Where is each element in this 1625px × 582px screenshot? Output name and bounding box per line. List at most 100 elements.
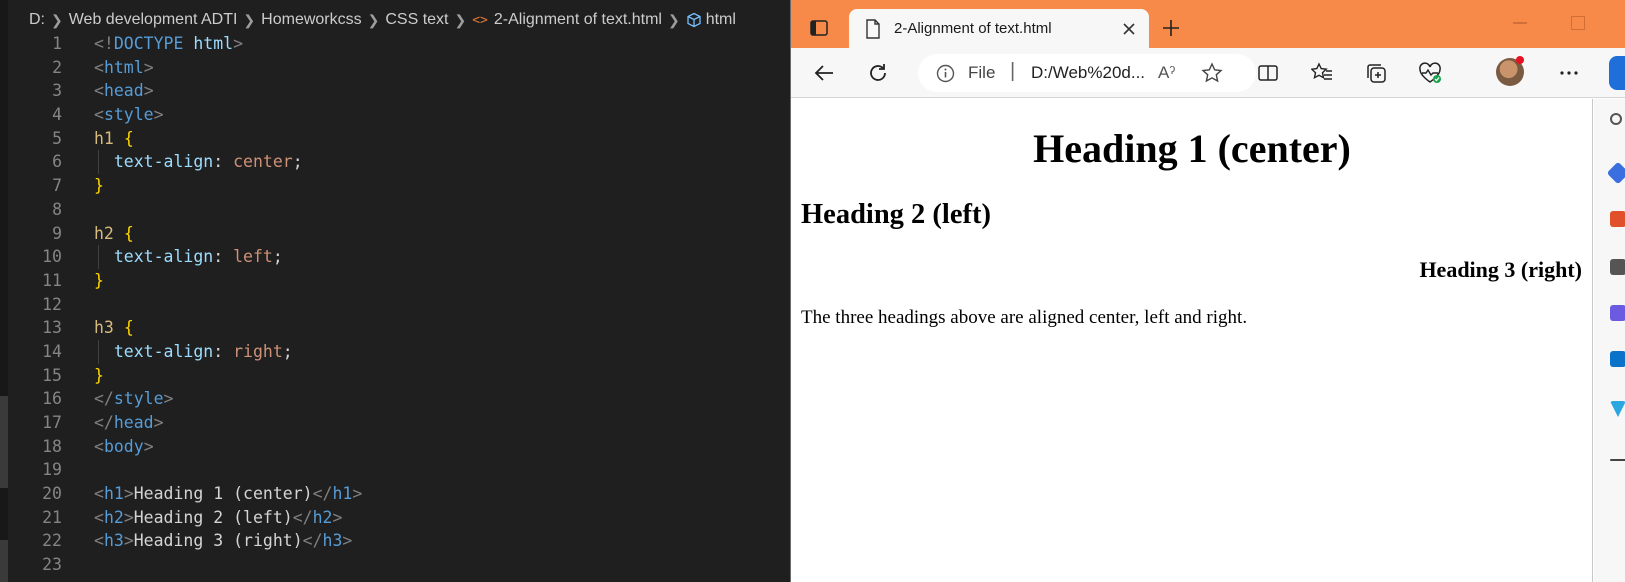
line-number: 22 <box>42 531 62 551</box>
code-line[interactable]: 15} <box>0 364 790 388</box>
games-icon[interactable] <box>1610 305 1625 321</box>
code-editor[interactable]: D: ❯ Web development ADTI ❯ Homeworkcss … <box>0 0 790 582</box>
line-number: 11 <box>42 270 62 290</box>
outlook-icon[interactable] <box>1610 351 1625 367</box>
line-number: 3 <box>52 81 62 101</box>
read-aloud-icon[interactable]: Aˀ <box>1158 63 1175 83</box>
code-line[interactable]: 8 <box>0 198 790 222</box>
html-file-icon: <> <box>472 12 488 28</box>
code-line[interactable]: 13 h3 { <box>0 316 790 340</box>
line-number: 1 <box>52 34 62 53</box>
line-number: 14 <box>42 341 62 361</box>
address-separator: | <box>1010 60 1016 82</box>
code-text: <html> <box>94 57 154 77</box>
line-number: 12 <box>42 294 62 314</box>
line-number: 20 <box>42 484 62 504</box>
code-line[interactable]: 19 <box>0 458 790 482</box>
address-bar[interactable]: File | D:/Web%20d... Aˀ <box>918 54 1256 92</box>
info-icon[interactable] <box>936 64 955 87</box>
code-line[interactable]: 5 h1 { <box>0 127 790 151</box>
more-icon[interactable] <box>1556 60 1582 86</box>
code-text: h3 { <box>94 318 134 338</box>
copilot-icon[interactable] <box>1609 56 1625 90</box>
line-number: 10 <box>42 247 62 267</box>
code-line[interactable]: 4 <style> <box>0 103 790 127</box>
code-line[interactable]: 2 <html> <box>0 56 790 80</box>
chevron-right-icon: ❯ <box>367 11 380 28</box>
minimize-button[interactable] <box>1513 22 1527 24</box>
code-line[interactable]: 7} <box>0 174 790 198</box>
code-line[interactable]: 18 <body> <box>0 435 790 459</box>
line-number: 23 <box>42 555 62 575</box>
code-text: } <box>94 176 104 196</box>
line-number: 17 <box>42 413 62 432</box>
chevron-right-icon: ❯ <box>243 11 256 28</box>
code-text: h2 { <box>94 223 134 243</box>
breadcrumb-folder[interactable]: Web development ADTI <box>69 11 238 29</box>
code-text: text-align: left; <box>113 247 283 267</box>
code-line[interactable]: 11} <box>0 269 790 293</box>
line-number: 13 <box>42 318 62 338</box>
collections-icon[interactable] <box>1363 60 1389 86</box>
code-line[interactable]: 1 <!DOCTYPE html> <box>0 32 790 56</box>
star-icon[interactable] <box>1201 62 1223 88</box>
code-line[interactable]: 6 text-align: center; <box>0 150 790 175</box>
line-number: 15 <box>42 365 62 385</box>
line-number: 7 <box>52 176 62 196</box>
code-line[interactable]: 14 text-align: right; <box>0 339 790 364</box>
address-url[interactable]: D:/Web%20d... <box>1031 63 1145 83</box>
code-line[interactable]: 22 <h3>Heading 3 (right)</h3> <box>0 529 790 553</box>
breadcrumb-symbol[interactable]: html <box>706 11 736 29</box>
add-sidebar-icon[interactable] <box>1610 459 1625 461</box>
code-text: <head> <box>94 81 154 101</box>
code-line[interactable]: 16 </style> <box>0 387 790 411</box>
code-line[interactable]: 10 text-align: left; <box>0 245 790 269</box>
shopping-icon[interactable] <box>1610 211 1625 227</box>
code-line[interactable]: 3 <head> <box>0 79 790 103</box>
cube-icon <box>686 12 702 28</box>
drop-icon[interactable] <box>1610 401 1625 417</box>
line-number: 8 <box>52 199 62 219</box>
browser-tab[interactable]: 2-Alignment of text.html <box>849 9 1149 49</box>
page-heading-3: Heading 3 (right) <box>1419 257 1582 282</box>
tools-icon[interactable] <box>1610 259 1625 275</box>
browser-window: 2-Alignment of text.html File | D:/Web%2… <box>790 0 1625 582</box>
line-number: 9 <box>52 223 62 243</box>
browser-titlebar: 2-Alignment of text.html <box>791 0 1625 49</box>
line-number: 18 <box>42 436 62 456</box>
split-screen-icon[interactable] <box>1255 60 1281 86</box>
code-line[interactable]: 21 <h2>Heading 2 (left)</h2> <box>0 506 790 530</box>
code-area[interactable]: 1 <!DOCTYPE html> 2 <html> 3 <head> 4 <style> 5 h… <box>0 32 790 577</box>
discover-icon[interactable] <box>1606 161 1625 185</box>
code-text: <!DOCTYPE html> <box>94 34 244 53</box>
code-line[interactable]: 17 </head> <box>0 411 790 435</box>
refresh-icon[interactable] <box>865 60 891 86</box>
breadcrumb-folder[interactable]: CSS text <box>385 11 448 29</box>
back-icon[interactable] <box>811 60 837 86</box>
favorites-icon[interactable] <box>1309 60 1335 86</box>
search-icon[interactable] <box>1610 113 1622 125</box>
code-text: <body> <box>94 436 154 456</box>
code-text: <style> <box>94 105 164 125</box>
breadcrumb-folder[interactable]: Homeworkcss <box>261 11 361 29</box>
maximize-button[interactable] <box>1571 16 1585 30</box>
tab-actions-icon[interactable] <box>809 18 829 38</box>
page-paragraph: The three headings above are aligned cen… <box>801 307 1248 328</box>
code-line[interactable]: 12 <box>0 293 790 317</box>
notification-dot <box>1516 56 1524 64</box>
plus-icon[interactable] <box>1161 18 1181 38</box>
line-number: 5 <box>52 128 62 148</box>
code-text: h1 { <box>94 128 134 148</box>
chevron-right-icon: ❯ <box>454 11 467 28</box>
code-line[interactable]: 20 <h1>Heading 1 (center)</h1> <box>0 482 790 506</box>
code-line[interactable]: 23 <box>0 553 790 577</box>
line-number: 19 <box>42 460 62 480</box>
page-viewport: Heading 1 (center) Heading 2 (left) Head… <box>791 99 1593 582</box>
code-text: } <box>94 270 104 290</box>
code-line[interactable]: 9 h2 { <box>0 222 790 246</box>
breadcrumb-file[interactable]: 2-Alignment of text.html <box>494 11 662 29</box>
browser-essentials-icon[interactable] <box>1417 60 1443 86</box>
code-text: <h2>Heading 2 (left)</h2> <box>94 507 343 527</box>
breadcrumb-drive[interactable]: D: <box>29 11 45 29</box>
close-icon[interactable] <box>1121 21 1137 37</box>
